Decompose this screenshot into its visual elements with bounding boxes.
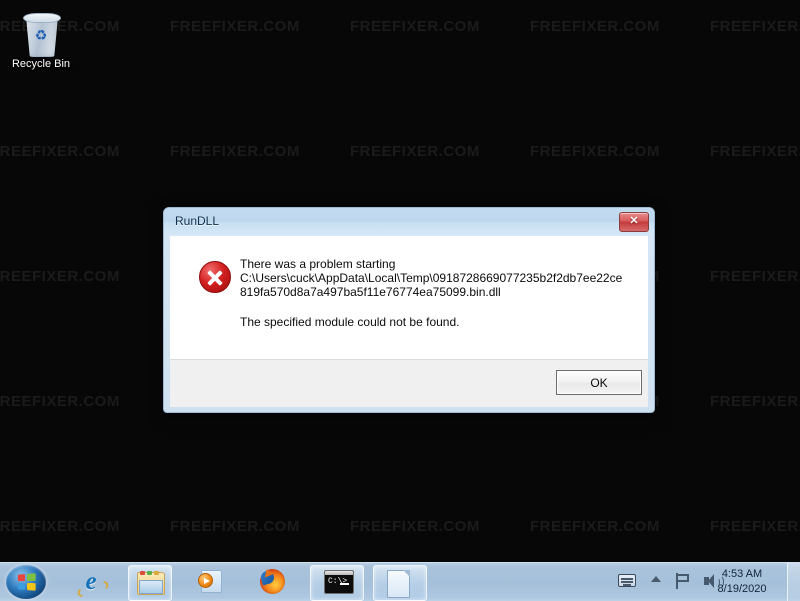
taskbar: e C:\> 4:53 AM 8/19/2020 — [0, 562, 800, 601]
watermark-text: FREEFIXER.COM — [530, 518, 660, 535]
dialog-title: RunDLL — [175, 214, 220, 228]
watermark-text: FREEFIXER.COM — [170, 18, 300, 35]
desktop[interactable]: FREEFIXER.COM FREEFIXER.COM FREEFIXER.COM F… — [0, 0, 800, 562]
message-detail: The specified module could not be found. — [240, 315, 460, 329]
dialog-body: There was a problem starting C:\Users\cu… — [170, 236, 648, 359]
watermark-text: FREEFIXER.COM — [710, 143, 800, 160]
message-line-1: There was a problem starting — [240, 257, 396, 271]
clock-time: 4:53 AM — [721, 568, 763, 580]
watermark-text: FREEFIXER.COM — [350, 518, 480, 535]
ime-keyboard-icon[interactable] — [618, 574, 636, 587]
taskbar-item-windows-explorer[interactable] — [128, 565, 172, 601]
watermark-text: FREEFIXER.COM — [350, 143, 480, 160]
desktop-icon-recycle-bin[interactable]: ♻ Recycle Bin — [10, 12, 72, 71]
firefox-icon — [259, 567, 286, 595]
ok-button[interactable]: OK — [556, 370, 642, 395]
dialog-footer: OK — [170, 359, 648, 407]
recycle-bin-icon: ♻ — [22, 12, 61, 57]
watermark-text: FREEFIXER.COM — [710, 518, 800, 535]
watermark-text: FREEFIXER.COM — [530, 18, 660, 35]
action-center-flag-icon[interactable] — [676, 573, 692, 589]
command-prompt-icon: C:\> — [324, 570, 354, 596]
clock[interactable]: 4:53 AM 8/19/2020 — [706, 567, 778, 597]
taskbar-item-document-window[interactable] — [373, 565, 427, 601]
show-desktop-button[interactable] — [787, 563, 800, 601]
close-button[interactable]: ✕ — [619, 212, 649, 232]
watermark-text: FREEFIXER.COM — [0, 268, 120, 285]
document-icon — [387, 570, 413, 598]
watermark-text: FREEFIXER.COM — [170, 518, 300, 535]
watermark-text: FREEFIXER.COM — [0, 143, 120, 160]
watermark-text: FREEFIXER.COM — [0, 393, 120, 410]
start-button[interactable] — [6, 565, 46, 599]
clock-date: 8/19/2020 — [717, 583, 767, 595]
windows-logo-icon — [17, 573, 36, 591]
watermark-text: FREEFIXER.COM — [350, 18, 480, 35]
system-tray: 4:53 AM 8/19/2020 — [604, 563, 800, 601]
dialog-message: There was a problem starting C:\Users\cu… — [240, 257, 630, 329]
watermark-text: FREEFIXER.COM — [0, 518, 120, 535]
message-line-2: C:\Users\cuck\AppData\Local\Temp\0918728… — [240, 271, 623, 285]
rundll-error-dialog: RunDLL ✕ There was a problem starting C:… — [163, 207, 655, 413]
desktop-icon-label: Recycle Bin — [11, 58, 71, 70]
taskbar-item-command-prompt[interactable]: C:\> — [310, 565, 364, 601]
taskbar-item-firefox[interactable] — [252, 565, 294, 599]
taskbar-item-windows-media-player[interactable] — [190, 565, 232, 599]
internet-explorer-icon: e — [78, 569, 104, 595]
watermark-text: FREEFIXER.COM — [710, 18, 800, 35]
error-x-icon — [199, 261, 231, 293]
show-hidden-icons-icon[interactable] — [651, 576, 661, 582]
message-line-3: 819fa570d8a7a497ba5f11e76774ea75099.bin.… — [240, 285, 501, 299]
taskbar-item-internet-explorer[interactable]: e — [70, 565, 112, 599]
watermark-text: FREEFIXER.COM — [530, 143, 660, 160]
watermark-text: FREEFIXER.COM — [170, 143, 300, 160]
dialog-titlebar[interactable]: RunDLL ✕ — [164, 208, 654, 236]
watermark-text: FREEFIXER.COM — [710, 268, 800, 285]
media-player-icon — [198, 569, 224, 595]
folder-icon — [137, 570, 165, 596]
watermark-text: FREEFIXER.COM — [710, 393, 800, 410]
close-icon: ✕ — [629, 215, 639, 227]
